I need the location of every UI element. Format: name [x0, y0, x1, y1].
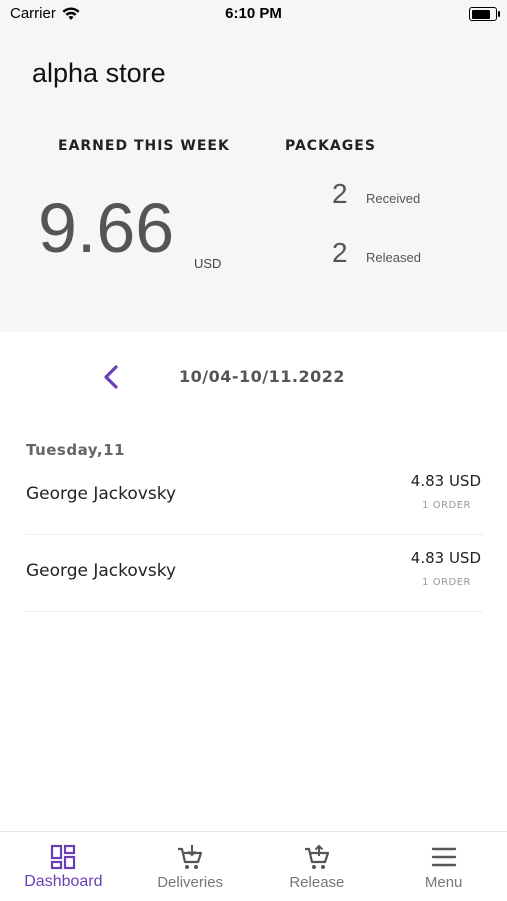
earned-currency: USD: [194, 256, 222, 271]
cart-icon: [304, 844, 329, 869]
order-amount: 4.83 USD: [410, 549, 481, 567]
tab-bar: Dashboard Deliveries Release Menu: [0, 831, 507, 901]
order-count: 1 ORDER: [422, 500, 471, 511]
earned-amount: 9.66: [38, 189, 175, 267]
tab-menu[interactable]: Menu: [380, 832, 507, 901]
order-row[interactable]: George Jackovsky 4.83 USD 1 ORDER: [26, 458, 483, 535]
order-amount: 4.83 USD: [410, 472, 481, 490]
hamburger-icon: [431, 847, 456, 867]
order-row[interactable]: George Jackovsky 4.83 USD 1 ORDER: [26, 535, 483, 612]
status-bar: Carrier 6:10 PM: [0, 0, 507, 28]
battery-icon: [469, 7, 500, 21]
customer-name: George Jackovsky: [26, 561, 177, 581]
packages-received-row: 2 Received: [332, 178, 420, 210]
dashboard-icon: [51, 844, 76, 870]
order-count: 1 ORDER: [422, 577, 471, 588]
tab-label: Release: [289, 874, 345, 891]
summary-header: alpha store EARNED THIS WEEK PACKAGES 9.…: [0, 28, 507, 332]
week-navigator: 10/04-10/11.2022: [0, 360, 507, 394]
tab-dashboard[interactable]: Dashboard: [0, 832, 127, 901]
store-name: alpha store: [32, 58, 166, 88]
released-label: Released: [366, 250, 421, 265]
tab-label: Menu: [424, 874, 463, 891]
status-time: 6:10 PM: [225, 5, 282, 22]
cart-icon: [178, 845, 203, 869]
earned-label: EARNED THIS WEEK: [58, 138, 230, 154]
chevron-left-icon[interactable]: [96, 362, 126, 392]
week-range: 10/04-10/11.2022: [179, 367, 345, 386]
day-label: Tuesday,11: [26, 441, 125, 459]
released-count: 2: [332, 237, 348, 268]
customer-name: George Jackovsky: [26, 484, 177, 504]
received-count: 2: [332, 178, 348, 209]
packages-released-row: 2 Released: [332, 237, 421, 269]
tab-deliveries[interactable]: Deliveries: [127, 832, 254, 901]
battery-fill: [471, 9, 491, 19]
packages-label: PACKAGES: [285, 138, 376, 154]
tab-label: Dashboard: [24, 873, 103, 890]
received-label: Received: [366, 191, 421, 206]
tab-label: Deliveries: [157, 874, 224, 891]
tab-release[interactable]: Release: [254, 832, 381, 901]
